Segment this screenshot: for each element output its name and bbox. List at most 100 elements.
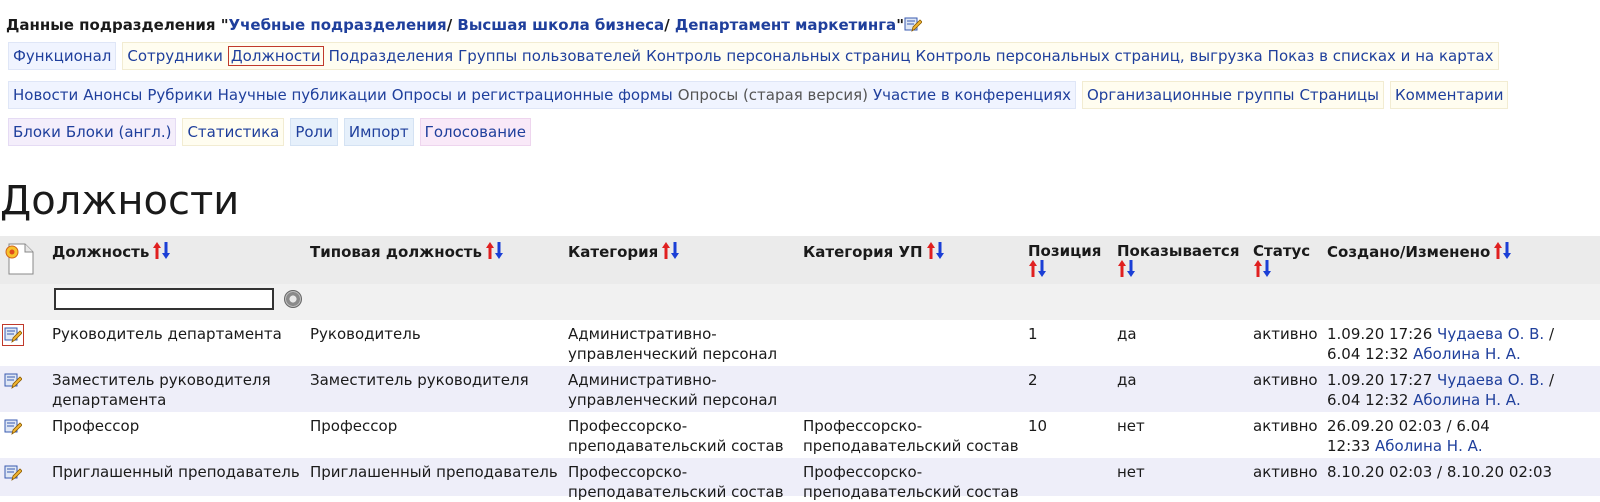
edit-unit-icon[interactable] [904,15,923,33]
user-link[interactable]: Аболина Н. А. [1413,345,1521,363]
cell-position: Заместитель руководителя департамента [52,370,271,410]
cell-shown: нет [1117,416,1145,436]
nav-item[interactable]: Участие в конференциях [873,86,1071,104]
breadcrumb-link[interactable]: Высшая школа бизнеса [457,16,664,34]
nav-item[interactable]: Функционал [13,47,111,65]
cell-text: преподавательский состав [568,483,784,501]
nav-item[interactable]: Контроль персональных страниц [646,47,910,65]
nav-item[interactable]: Организационные группы [1087,86,1294,104]
column-header[interactable]: Позиция [1028,242,1101,281]
cell-shown: да [1117,324,1137,344]
user-link[interactable]: Аболина Н. А. [1413,391,1521,409]
new-document-icon[interactable] [2,242,36,276]
column-header-label: Статус [1253,242,1311,260]
column-header-label: Типовая должность [310,243,482,261]
cell-category: Профессорско-преподавательский состав [568,416,784,456]
nav-item[interactable]: Рубрики [147,86,212,104]
nav-item[interactable]: Опросы (старая версия) [678,86,868,104]
cell-text: Профессор [52,417,140,435]
edit-row-icon[interactable] [2,416,24,438]
nav-item[interactable]: Страницы [1299,86,1379,104]
sort-arrows-icon[interactable] [485,242,505,263]
cell-text: Профессор [310,417,398,435]
column-header[interactable]: Создано/Изменено [1327,242,1513,263]
cell-text: Приглашенный преподаватель [310,463,558,481]
cell-text: 10 [1028,417,1048,435]
cell-text: активно [1253,371,1318,389]
cell-text: активно [1253,325,1318,343]
cell-text: Профессорско- [568,417,688,435]
nav-item[interactable]: Блоки [13,123,61,141]
sort-arrows-icon[interactable] [926,242,946,263]
user-link[interactable]: Чудаева О. В. [1437,325,1544,343]
nav-item[interactable]: Опросы и регистрационные формы [392,86,673,104]
sort-arrows-icon[interactable] [1253,260,1273,281]
cell-text: Заместитель руководителя [52,371,271,389]
column-header[interactable]: Статус [1253,242,1310,281]
cell-text: преподавательский состав [803,483,1019,501]
edit-row-icon[interactable] [2,462,24,484]
column-header[interactable]: Категория УП [803,242,946,263]
cell-shown: да [1117,370,1137,390]
cell-text: Административно- [568,325,717,343]
sort-arrows-icon[interactable] [661,242,681,263]
nav-item[interactable]: Статистика [187,123,279,141]
nav-item[interactable]: Научные публикации [218,86,387,104]
cell-text: активно [1253,463,1318,481]
column-header[interactable]: Должность [52,242,172,263]
column-header[interactable]: Категория [568,242,681,263]
edit-row-icon[interactable] [2,324,24,346]
nav-item[interactable]: Новости [13,86,78,104]
sort-arrows-icon[interactable] [1117,260,1137,281]
table-row: Руководитель департамента Руководитель Адм… [0,320,1600,366]
column-header-label: Позиция [1028,242,1102,260]
breadcrumb-separator: / [664,16,675,34]
timestamp: 8.10.20 02:03 / 8.10.20 02:03 [1327,463,1553,481]
column-header-label: Должность [52,243,150,261]
cell-changed: 26.09.20 02:03 / 6.04 12:33 Аболина Н. А. [1327,416,1490,456]
edit-row-icon[interactable] [2,370,24,392]
nav-item[interactable]: Подразделения [329,47,454,65]
nav-item[interactable]: Группы пользователей [458,47,641,65]
cell-text: преподавательский состав [568,437,784,455]
nav-item[interactable]: Показ в списках и на картах [1268,47,1494,65]
sort-arrows-icon[interactable] [1493,242,1513,263]
sort-arrows-icon[interactable] [152,242,172,263]
table-row: Приглашенный преподаватель Приглашенный п… [0,458,1600,501]
nav-item[interactable]: Импорт [349,123,409,141]
nav-item[interactable]: Роли [295,123,333,141]
timestamp: 12:33 [1327,437,1375,455]
nav-item[interactable]: Сотрудники [127,47,223,65]
column-header-label: Создано/Изменено [1327,243,1491,261]
cell-text: управленческий персонал [568,391,778,409]
sort-arrows-icon[interactable] [1028,260,1048,281]
nav-item[interactable]: Голосование [425,123,526,141]
column-header[interactable]: Типовая должность [310,242,505,263]
cell-text: Руководитель департамента [52,325,282,343]
filter-apply-icon[interactable] [284,290,302,308]
breadcrumb-link[interactable]: Департамент маркетинга [675,16,896,34]
cell-text: 2 [1028,371,1038,389]
cell-order: 1 [1028,324,1038,344]
nav-item[interactable]: Комментарии [1395,86,1503,104]
cell-text: да [1117,371,1137,389]
cell-text: преподавательский состав [803,437,1019,455]
user-link[interactable]: Аболина Н. А. [1375,437,1483,455]
nav-row: Новости Анонсы Рубрики Научные публикации Оп… [8,81,1509,109]
nav-item[interactable]: Контроль персональных страниц, выгрузка [916,47,1263,65]
cell-category: Административно-управленческий персонал [568,370,777,410]
column-header-label: Показывается [1117,242,1240,260]
position-filter-input[interactable] [54,288,274,310]
timestamp: 6.04 12:32 [1327,391,1414,409]
cell-text: Руководитель [310,325,421,343]
user-link[interactable]: Чудаева О. В. [1437,371,1544,389]
cell-status: активно [1253,462,1318,482]
column-header[interactable]: Показывается [1117,242,1239,281]
nav-item[interactable]: Должности [227,46,324,66]
nav-group: Организационные группы Страницы [1082,81,1384,109]
nav-item[interactable]: Блоки (англ.) [66,123,172,141]
cell-changed: 8.10.20 02:03 / 8.10.20 02:03 [1327,462,1552,482]
nav-item[interactable]: Анонсы [83,86,142,104]
breadcrumb-link[interactable]: Учебные подразделения [229,16,447,34]
cell-status: активно [1253,416,1318,436]
